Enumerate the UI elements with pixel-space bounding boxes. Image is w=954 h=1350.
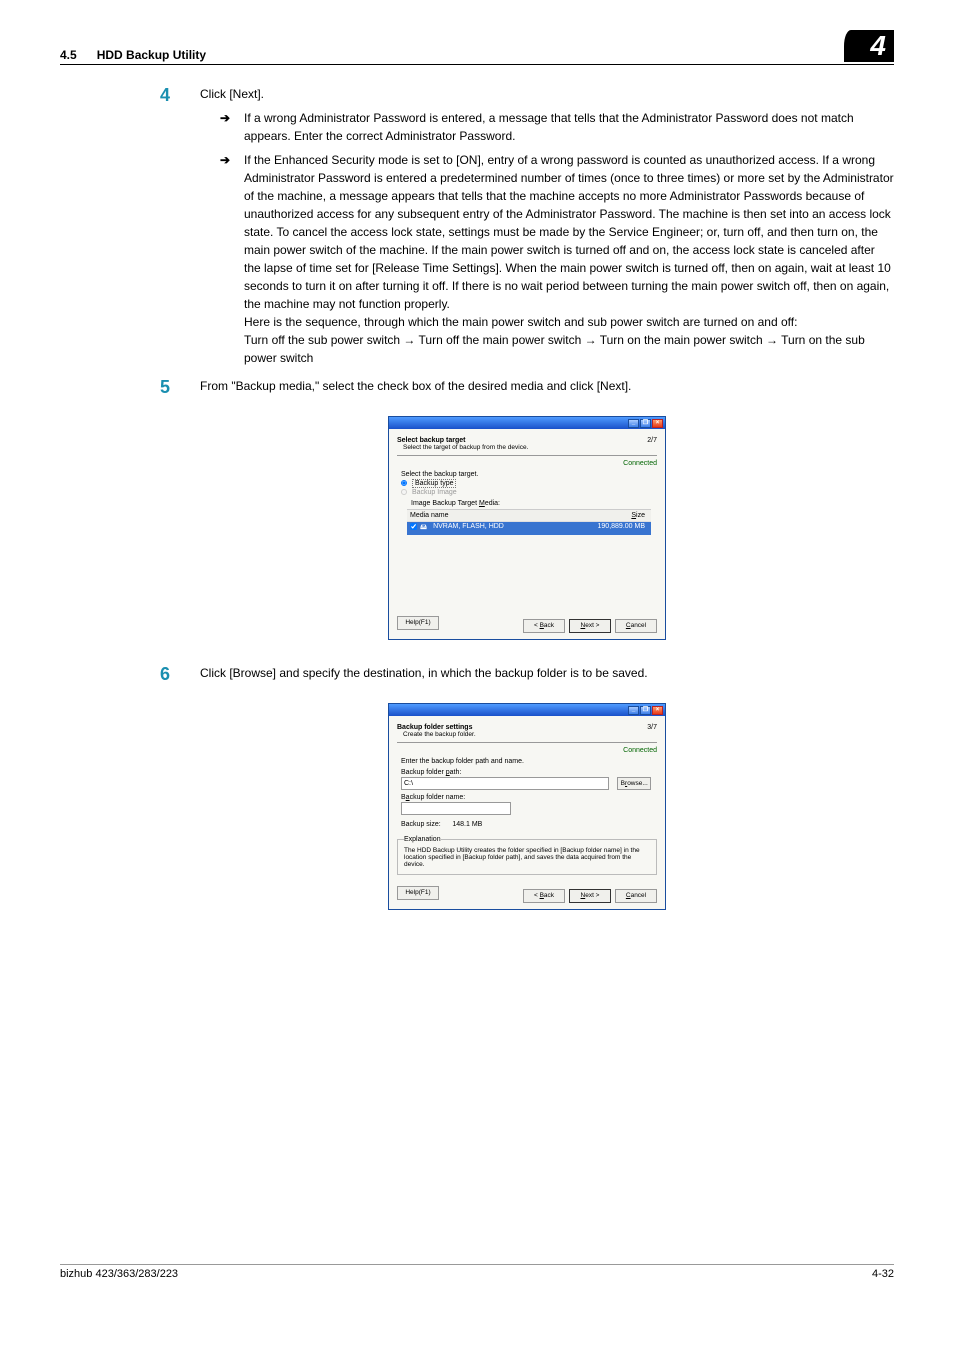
step-4-sequence-intro: Here is the sequence, through which the … [244,313,894,331]
name-label: Backup folder name: [401,794,651,801]
name-input[interactable] [401,802,511,815]
media-row[interactable]: 🖴 NVRAM, FLASH, HDD 190,889.00 MB [407,522,651,535]
content-body: 4 Click [Next]. ➔ If a wrong Administrat… [60,85,894,910]
media-name: NVRAM, FLASH, HDD [430,523,571,534]
backup-folder-settings-dialog: _ ❐ × Backup folder settings Create the … [388,703,666,910]
path-label: Backup folder path: [401,769,651,776]
dialog-1-wrap: _ ❐ × Select backup target Select the ta… [160,416,894,640]
media-list: Media name Size 🖴 NVRAM, FLASH, HDD 190,… [407,509,651,605]
next-button[interactable]: Next > [569,619,611,633]
backup-type-radio[interactable] [401,480,407,486]
section-number: 4.5 [60,48,77,62]
size-label: Backup size: [401,821,441,828]
path-input[interactable] [401,777,609,790]
help-button[interactable]: Help(F1) [397,616,439,630]
next-button[interactable]: Next > [569,889,611,903]
back-button[interactable]: < Back [523,889,565,903]
dialog-2-subtitle: Create the backup folder. [397,731,476,738]
col-media-name: Media name [407,512,571,519]
dialog-2-wrap: _ ❐ × Backup folder settings Create the … [160,703,894,910]
dialog-1-page: 2/7 [647,437,657,451]
section-heading: 4.5 HDD Backup Utility [60,48,206,62]
backup-image-radio [401,489,407,495]
dialog-2-page: 3/7 [647,724,657,738]
backup-type-label: Backup type [412,479,457,488]
select-target-label: Select the backup target. [401,471,657,478]
dialog-1-title: Select backup target [397,437,465,444]
explanation-text: The HDD Backup Utility creates the folde… [404,847,650,868]
cancel-button[interactable]: Cancel [615,889,657,903]
close-icon[interactable]: × [652,706,663,715]
dialog-2-title: Backup folder settings [397,724,472,731]
dialog-1-connected: Connected [397,460,657,467]
step-5-main: From "Backup media," select the check bo… [200,377,894,398]
enter-path-label: Enter the backup folder path and name. [401,758,657,765]
minimize-icon[interactable]: _ [628,419,639,428]
step-6: 6 Click [Browse] and specify the destina… [160,664,894,685]
browse-button[interactable]: Browse... [617,777,651,790]
size-value: 148.1 MB [452,821,482,828]
arrow-icon: ➔ [220,151,234,367]
footer-left: bizhub 423/363/283/223 [60,1268,178,1280]
backup-image-label: Backup Image [412,489,457,496]
step-5: 5 From "Backup media," select the check … [160,377,894,398]
page-footer: bizhub 423/363/283/223 4-32 [60,1264,894,1280]
dialog-2-connected: Connected [397,747,657,754]
step-4-main: Click [Next]. [200,85,894,103]
step-4: 4 Click [Next]. ➔ If a wrong Administrat… [160,85,894,367]
step-4-sub-2-text: If the Enhanced Security mode is set to … [244,151,894,313]
help-button[interactable]: Help(F1) [397,886,439,900]
step-4-number: 4 [160,85,180,367]
chapter-badge: 4 [858,30,894,62]
media-checkbox[interactable] [410,523,417,530]
maximize-icon[interactable]: ❐ [640,419,651,428]
back-button[interactable]: < Back [523,619,565,633]
step-4-sub-2: ➔ If the Enhanced Security mode is set t… [200,151,894,367]
titlebar: _ ❐ × [389,704,665,716]
col-size: ize [636,512,645,519]
titlebar: _ ❐ × [389,417,665,429]
disk-icon: 🖴 [420,523,427,534]
step-4-sequence: Turn off the sub power switch → Turn off… [244,331,894,367]
media-list-label: Image Backup Target Media: [411,500,500,507]
minimize-icon[interactable]: _ [628,706,639,715]
section-title: HDD Backup Utility [97,48,206,62]
explanation-legend: Explanation [404,836,441,843]
chapter-number: 4 [870,30,886,61]
maximize-icon[interactable]: ❐ [640,706,651,715]
footer-right: 4-32 [872,1268,894,1280]
close-icon[interactable]: × [652,419,663,428]
explanation-box: Explanation The HDD Backup Utility creat… [397,836,657,875]
step-6-number: 6 [160,664,180,685]
step-6-main: Click [Browse] and specify the destinati… [200,664,894,685]
step-4-sub-1-text: If a wrong Administrator Password is ent… [244,109,894,145]
arrow-icon: ➔ [220,109,234,145]
dialog-1-subtitle: Select the target of backup from the dev… [397,444,528,451]
step-5-number: 5 [160,377,180,398]
media-size: 190,889.00 MB [571,523,651,534]
select-backup-target-dialog: _ ❐ × Select backup target Select the ta… [388,416,666,640]
step-4-sub-1: ➔ If a wrong Administrator Password is e… [200,109,894,145]
page-header: 4.5 HDD Backup Utility 4 [60,30,894,65]
cancel-button[interactable]: Cancel [615,619,657,633]
